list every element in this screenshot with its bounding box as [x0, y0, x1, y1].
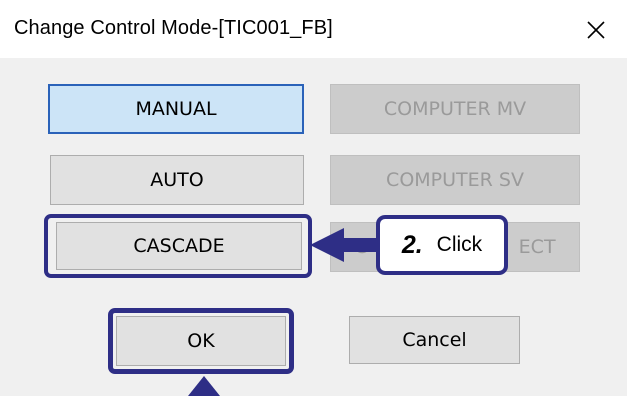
annotation-arrows: [188, 228, 378, 396]
change-control-mode-dialog: Change Control Mode-[TIC001_FB] MANUAL C…: [0, 0, 627, 396]
arrow-left-icon: [310, 228, 344, 262]
arrow-shaft: [342, 238, 378, 252]
arrow-up-icon: [188, 376, 220, 396]
step-callout: 2. Click: [376, 215, 508, 275]
step-number: 2.: [401, 230, 423, 259]
step-instruction: Click: [436, 233, 483, 256]
